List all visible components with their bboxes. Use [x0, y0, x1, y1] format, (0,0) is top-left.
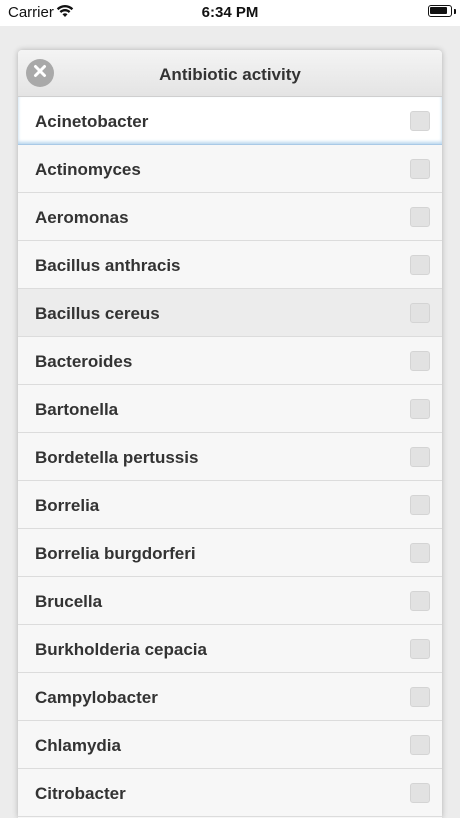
list-item[interactable]: Burkholderia cepacia: [18, 625, 442, 673]
list-item-label: Chlamydia: [35, 736, 121, 755]
list-item[interactable]: Chlamydia: [18, 721, 442, 769]
checkbox[interactable]: [410, 591, 430, 611]
checkbox[interactable]: [410, 159, 430, 179]
list-item[interactable]: Aeromonas: [18, 193, 442, 241]
list-item[interactable]: Brucella: [18, 577, 442, 625]
list-item[interactable]: Actinomyces: [18, 145, 442, 193]
list-item[interactable]: Bordetella pertussis: [18, 433, 442, 481]
battery-icon: [428, 5, 452, 17]
list-item-label: Campylobacter: [35, 688, 158, 707]
checkbox[interactable]: [410, 639, 430, 659]
checkbox[interactable]: [410, 399, 430, 419]
panel-header: Antibiotic activity: [18, 50, 442, 97]
clock: 6:34 PM: [201, 4, 259, 21]
checkbox[interactable]: [410, 543, 430, 563]
list-item-label: Borrelia burgdorferi: [35, 544, 196, 563]
checkbox[interactable]: [410, 735, 430, 755]
checkbox[interactable]: [410, 351, 430, 371]
list-item[interactable]: Acinetobacter: [18, 97, 442, 145]
list-item[interactable]: Citrobacter: [18, 769, 442, 817]
list-item[interactable]: Bacillus anthracis: [18, 241, 442, 289]
list-item-label: Citrobacter: [35, 784, 126, 803]
list-item[interactable]: Borrelia burgdorferi: [18, 529, 442, 577]
list-item[interactable]: Bacteroides: [18, 337, 442, 385]
checkbox[interactable]: [410, 111, 430, 131]
list-item-label: Bartonella: [35, 400, 119, 419]
organism-list: Acinetobacter Actinomyces Aeromonas Baci…: [18, 97, 442, 817]
checkbox[interactable]: [410, 303, 430, 323]
checkbox[interactable]: [410, 447, 430, 467]
status-bar: Carrier 6:34 PM: [0, 0, 460, 26]
list-item-label: Brucella: [35, 592, 103, 611]
checkbox[interactable]: [410, 687, 430, 707]
list-item-label: Bordetella pertussis: [35, 448, 199, 467]
list-item-label: Actinomyces: [35, 160, 141, 179]
checkbox[interactable]: [410, 255, 430, 275]
list-item[interactable]: Campylobacter: [18, 673, 442, 721]
checkbox[interactable]: [410, 783, 430, 803]
list-item-label: Acinetobacter: [35, 112, 149, 131]
list-item-label: Aeromonas: [35, 208, 129, 227]
battery-tip: [454, 9, 456, 14]
list-item-label: Bacteroides: [35, 352, 133, 371]
panel-title: Antibiotic activity: [159, 65, 301, 84]
checkbox[interactable]: [410, 207, 430, 227]
list-item-label: Bacillus anthracis: [35, 256, 181, 275]
list-item[interactable]: Borrelia: [18, 481, 442, 529]
list-item-label: Borrelia: [35, 496, 100, 515]
list-item-label: Burkholderia cepacia: [35, 640, 207, 659]
list-item-label: Bacillus cereus: [35, 304, 160, 323]
list-item[interactable]: Bacillus cereus: [18, 289, 442, 337]
list-item[interactable]: Bartonella: [18, 385, 442, 433]
antibiotic-activity-panel: Antibiotic activity Acinetobacter Actino…: [18, 50, 442, 818]
checkbox[interactable]: [410, 495, 430, 515]
